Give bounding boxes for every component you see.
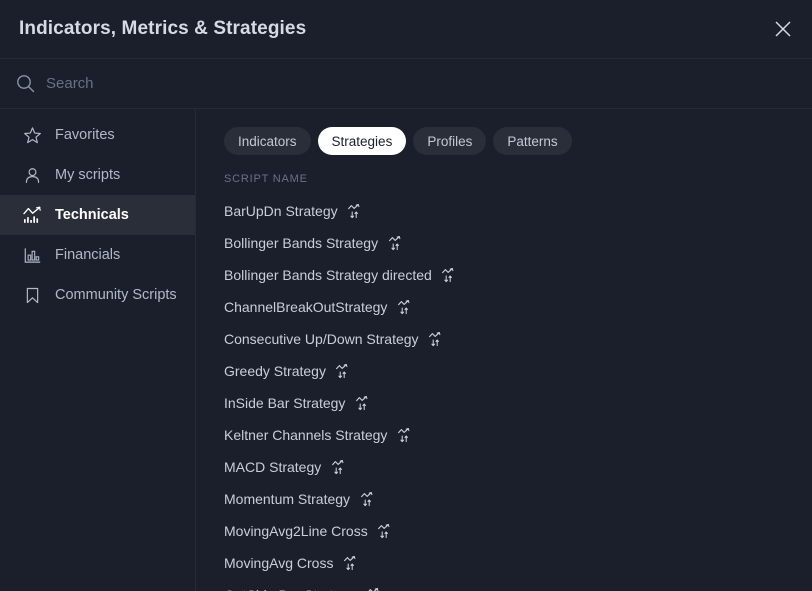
list-item[interactable]: Momentum Strategy [196,483,812,515]
sidebar-item-community-scripts[interactable]: Community Scripts [0,275,195,315]
tab-profiles[interactable]: Profiles [413,127,487,155]
sidebar-item-favorites[interactable]: Favorites [0,115,195,155]
strategy-icon [330,459,347,476]
strategy-icon [377,523,394,540]
list-item[interactable]: InSide Bar Strategy [196,387,812,419]
script-name: MACD Strategy [224,459,322,475]
strategy-icon [396,299,413,316]
tab-indicators[interactable]: Indicators [224,127,311,155]
list-item[interactable]: OutSide Bar Strategy [196,579,812,591]
close-icon [775,21,791,37]
script-name: Bollinger Bands Strategy directed [224,267,432,283]
script-name: Consecutive Up/Down Strategy [224,331,419,347]
indicators-dialog: Indicators, Metrics & Strategies Search … [0,0,812,591]
column-header-script-name: Script name [224,173,308,185]
script-name: Bollinger Bands Strategy [224,235,379,251]
tab-strategies[interactable]: Strategies [317,127,407,155]
sidebar-item-label: Technicals [55,207,129,223]
tab-bar: Indicators Strategies Profiles Patterns [196,109,812,155]
list-item[interactable]: Keltner Channels Strategy [196,419,812,451]
strategy-icon [347,203,364,220]
script-name: Keltner Channels Strategy [224,427,388,443]
sidebar-item-label: Favorites [55,127,115,143]
strategy-icon [359,491,376,508]
sidebar-item-financials[interactable]: Financials [0,235,195,275]
search-bar[interactable] [0,59,812,109]
sidebar-item-my-scripts[interactable]: My scripts [0,155,195,195]
list-item[interactable]: Bollinger Bands Strategy [196,227,812,259]
strategy-icon [387,235,404,252]
close-button[interactable] [766,12,800,46]
dialog-header: Indicators, Metrics & Strategies [0,0,812,59]
script-name: ChannelBreakOutStrategy [224,299,388,315]
sidebar-item-technicals[interactable]: Technicals [0,195,195,235]
sidebar: Favorites My scripts Technicals Financia… [0,109,196,591]
script-name: MovingAvg Cross [224,555,334,571]
list-item[interactable]: MACD Strategy [196,451,812,483]
script-name: BarUpDn Strategy [224,203,338,219]
strategy-icon [396,427,413,444]
script-list: BarUpDn Strategy Bollinger Bands Strateg… [196,185,812,591]
bar-chart-icon [21,244,43,266]
list-item[interactable]: ChannelBreakOutStrategy [196,291,812,323]
strategy-icon [441,267,458,284]
tab-patterns[interactable]: Patterns [493,127,572,155]
strategy-icon [335,363,352,380]
dialog-body: Favorites My scripts Technicals Financia… [0,109,812,591]
list-item[interactable]: Consecutive Up/Down Strategy [196,323,812,355]
script-name: Momentum Strategy [224,491,351,507]
bookmark-icon [21,284,43,306]
content-panel: Indicators Strategies Profiles Patterns … [196,109,812,591]
list-item[interactable]: Bollinger Bands Strategy directed [196,259,812,291]
script-name: Greedy Strategy [224,363,326,379]
strategy-icon [365,587,382,591]
person-icon [21,164,43,186]
search-input[interactable] [46,59,812,108]
script-name: OutSide Bar Strategy [224,587,356,591]
list-item[interactable]: MovingAvg Cross [196,547,812,579]
strategy-icon [354,395,371,412]
page-title: Indicators, Metrics & Strategies [19,18,307,39]
sidebar-item-label: Financials [55,247,121,263]
search-icon [14,73,36,95]
list-item[interactable]: BarUpDn Strategy [196,195,812,227]
list-item[interactable]: MovingAvg2Line Cross [196,515,812,547]
technicals-icon [21,204,43,226]
list-item[interactable]: Greedy Strategy [196,355,812,387]
script-name: MovingAvg2Line Cross [224,523,368,539]
strategy-icon [342,555,359,572]
sidebar-item-label: My scripts [55,167,121,183]
sidebar-item-label: Community Scripts [55,287,177,303]
script-name: InSide Bar Strategy [224,395,346,411]
strategy-icon [428,331,445,348]
star-icon [21,124,43,146]
